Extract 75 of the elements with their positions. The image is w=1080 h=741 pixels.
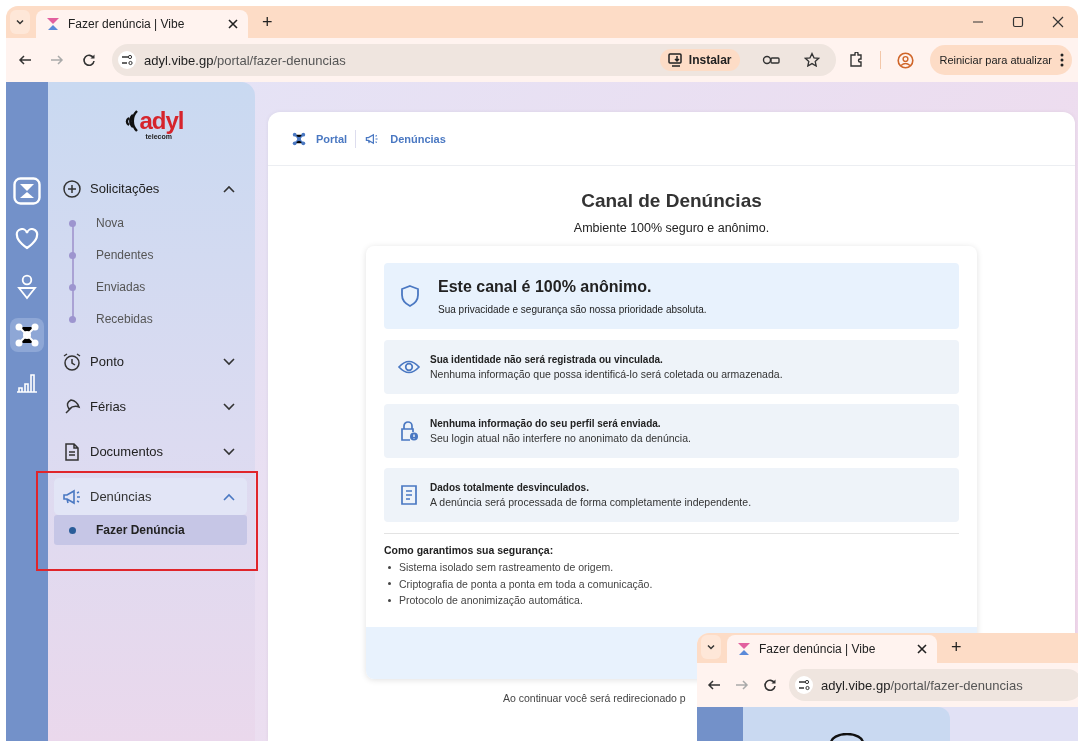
feature-text: Seu login atual não interfere no anonimato da denúncia.: [430, 432, 691, 444]
new-tab-button[interactable]: +: [262, 12, 273, 32]
feature-title: Dados totalmente desvinculados.: [430, 482, 590, 493]
feature-title: Sua identidade não será registrada ou vinculada.: [430, 354, 664, 365]
update-button[interactable]: Reiniciar para atualizar: [929, 45, 1072, 75]
submenu-item[interactable]: Recebidas: [54, 303, 247, 335]
security-heading: Como garantimos sua segurança:: [384, 544, 555, 556]
reload-icon[interactable]: [763, 678, 777, 692]
vibe-logo-icon: [46, 17, 60, 31]
address-bar[interactable]: adyl.vibe.gp/portal/fazer-denuncias Instalar: [112, 44, 836, 76]
chevron-icon: [223, 447, 235, 456]
star-icon[interactable]: [803, 52, 820, 68]
reload-icon[interactable]: [82, 53, 96, 67]
security-item: Sistema isolado sem rastreamento de origem.: [399, 561, 614, 574]
network-icon: [292, 131, 306, 146]
vibe-logo-icon: [737, 642, 751, 656]
more-icon: [1060, 53, 1064, 67]
page-subtitle: Ambiente 100% seguro e anônimo.: [573, 221, 770, 235]
submenu-item[interactable]: Nova: [54, 207, 247, 239]
security-item: Criptografia de ponta a ponta em toda a comunicação.: [399, 577, 653, 590]
chevron-icon: [223, 184, 235, 193]
close-icon[interactable]: [1052, 16, 1064, 28]
menu-item[interactable]: Documentos: [54, 433, 247, 470]
breadcrumb-link[interactable]: Denúncias: [364, 131, 446, 146]
password-key-icon[interactable]: [761, 54, 780, 66]
menu-item[interactable]: Solicitações: [54, 170, 247, 207]
site-settings-icon[interactable]: [118, 51, 136, 69]
browser-tab[interactable]: Fazer denúncia | Vibe: [36, 10, 248, 38]
banner-text: Sua privacidade e segurança são nossa prioridade absoluta.: [438, 303, 707, 315]
security-item: Protocolo de anonimização automática.: [399, 594, 583, 607]
profile-icon[interactable]: [896, 51, 914, 69]
shield-icon: [400, 284, 420, 308]
monitor-download-icon: [667, 53, 684, 67]
browser-tab[interactable]: Fazer denúncia | Vibe: [727, 635, 937, 663]
feature-title: Nenhuma informação do seu perfil será enviada.: [430, 418, 662, 429]
alarm-icon: [62, 351, 82, 372]
document-icon: [62, 441, 82, 462]
bullet-icon: [388, 565, 391, 569]
hourglass-icon[interactable]: [10, 174, 44, 208]
extensions-icon[interactable]: [847, 52, 864, 68]
submenu-item[interactable]: Pendentes: [54, 239, 247, 271]
close-icon[interactable]: [917, 644, 927, 654]
chevron-icon: [223, 492, 235, 501]
submenu-item[interactable]: Fazer Denúncia: [54, 515, 247, 545]
caret-icon: [706, 642, 716, 652]
bullet-icon: [388, 582, 391, 586]
document-icon: [398, 484, 420, 506]
banner-title: Este canal é 100% anônimo.: [438, 277, 653, 296]
feature-text: A denúncia será processada de forma completamente independente.: [430, 496, 752, 508]
megaphone-icon: [364, 131, 381, 146]
back-arrow-icon[interactable]: [707, 678, 721, 692]
chevron-icon: [223, 402, 235, 411]
site-settings-icon[interactable]: [795, 676, 813, 694]
install-button[interactable]: Instalar: [659, 49, 740, 71]
menu-item[interactable]: Ponto: [54, 343, 247, 380]
chevron-icon: [223, 357, 235, 366]
submenu-item[interactable]: Enviadas: [54, 271, 247, 303]
close-icon[interactable]: [228, 19, 238, 29]
plus-icon: [62, 178, 82, 199]
new-tab-button[interactable]: +: [951, 637, 962, 657]
lock-icon: [398, 420, 420, 442]
address-bar[interactable]: adyl.vibe.gp/portal/fazer-denuncias: [789, 669, 1078, 701]
breadcrumb-link[interactable]: Portal: [292, 131, 348, 146]
tab-list-button[interactable]: [701, 635, 721, 659]
back-arrow-icon[interactable]: [18, 53, 32, 67]
menu-item[interactable]: Férias: [54, 388, 247, 425]
maximize-icon[interactable]: [1012, 16, 1024, 28]
menu-item[interactable]: Denúncias: [54, 478, 247, 515]
caret-icon: [15, 17, 25, 27]
bullet-icon: [388, 598, 391, 602]
page-title: Canal de Denúncias: [581, 190, 762, 212]
feature-text: Nenhuma informação que possa identificá-lo será coletada ou armazenada.: [430, 368, 783, 380]
tab-list-button[interactable]: [10, 10, 30, 34]
redirect-note: Ao continuar você será redirecionado p: [503, 691, 686, 704]
network-icon[interactable]: [10, 318, 44, 352]
